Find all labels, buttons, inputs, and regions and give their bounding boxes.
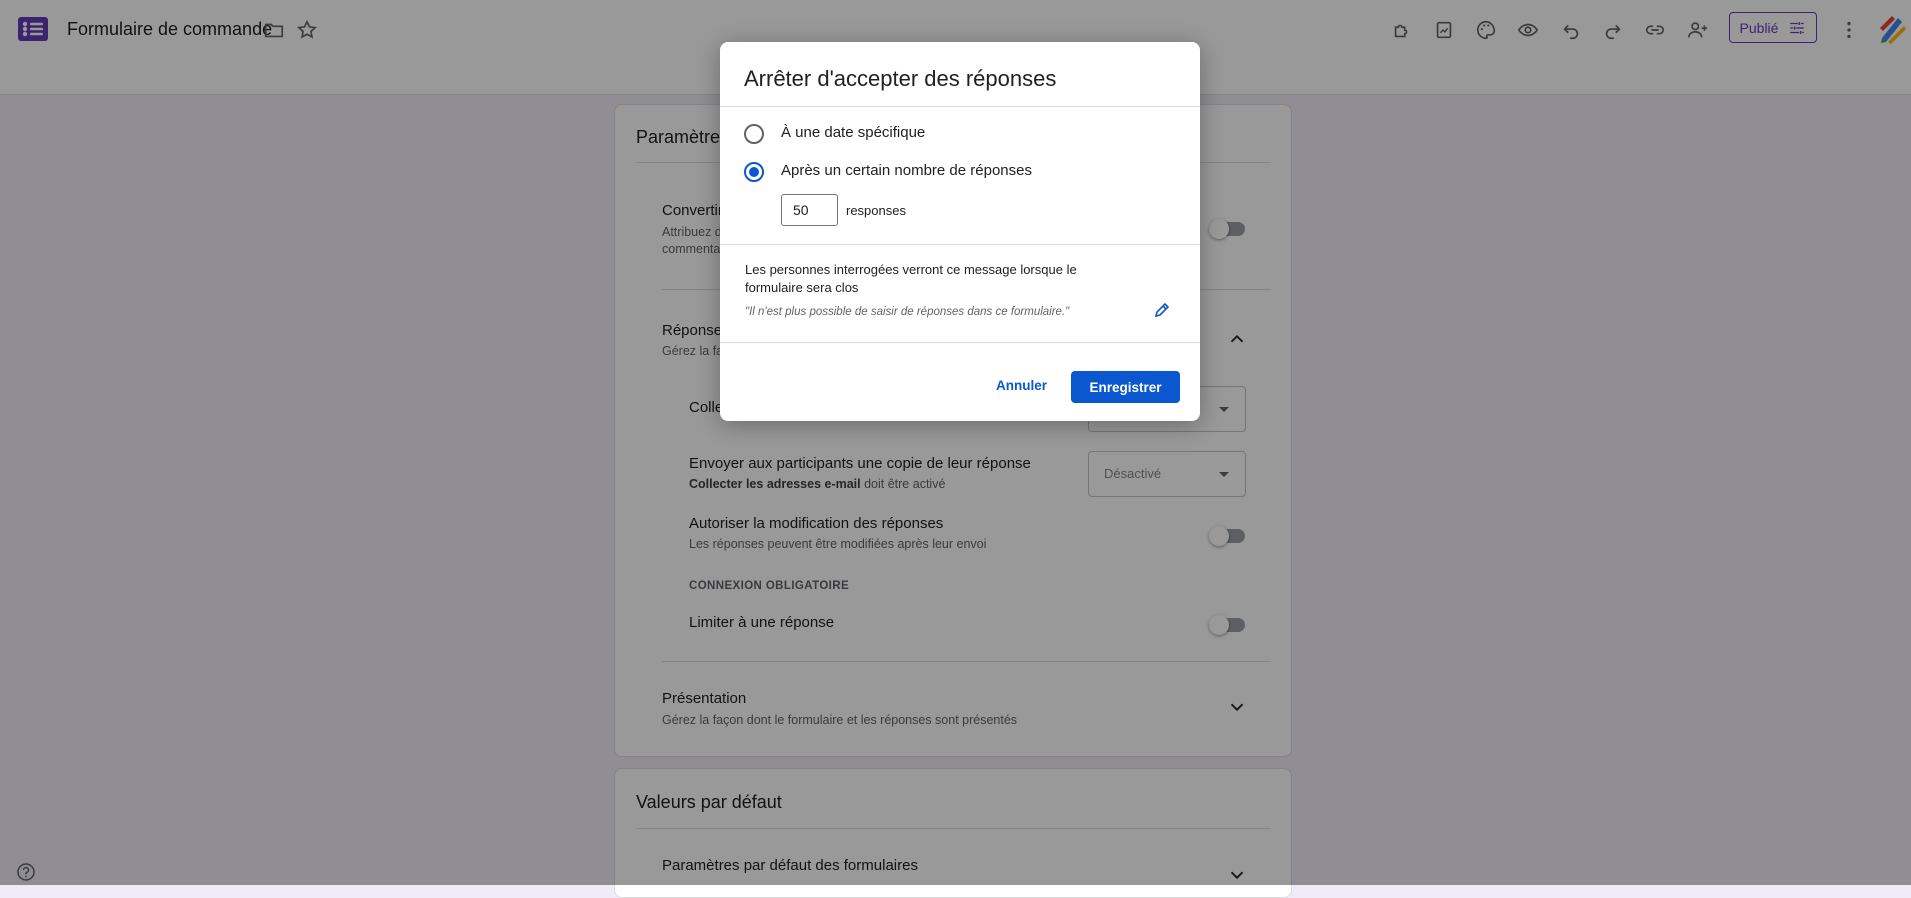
- radio-response-count-label[interactable]: Après un certain nombre de réponses: [781, 162, 1032, 179]
- response-count-unit: responses: [846, 203, 906, 218]
- divider: [720, 342, 1200, 343]
- stop-accepting-responses-dialog: Arrêter d'accepter des réponses À une da…: [720, 42, 1200, 421]
- cancel-button[interactable]: Annuler: [996, 378, 1047, 393]
- divider: [720, 106, 1200, 107]
- divider: [720, 244, 1200, 245]
- closed-message-text: "Il n'est plus possible de saisir de rép…: [745, 306, 1070, 318]
- radio-specific-date-label[interactable]: À une date spécifique: [781, 124, 925, 141]
- dialog-title: Arrêter d'accepter des réponses: [744, 66, 1057, 91]
- save-button[interactable]: Enregistrer: [1071, 371, 1180, 403]
- radio-response-count[interactable]: [744, 162, 764, 182]
- radio-specific-date[interactable]: [744, 124, 764, 144]
- edit-pencil-icon[interactable]: [1153, 301, 1171, 319]
- closed-message-heading: Les personnes interrogées verront ce mes…: [745, 262, 1077, 295]
- response-count-input[interactable]: [781, 194, 838, 226]
